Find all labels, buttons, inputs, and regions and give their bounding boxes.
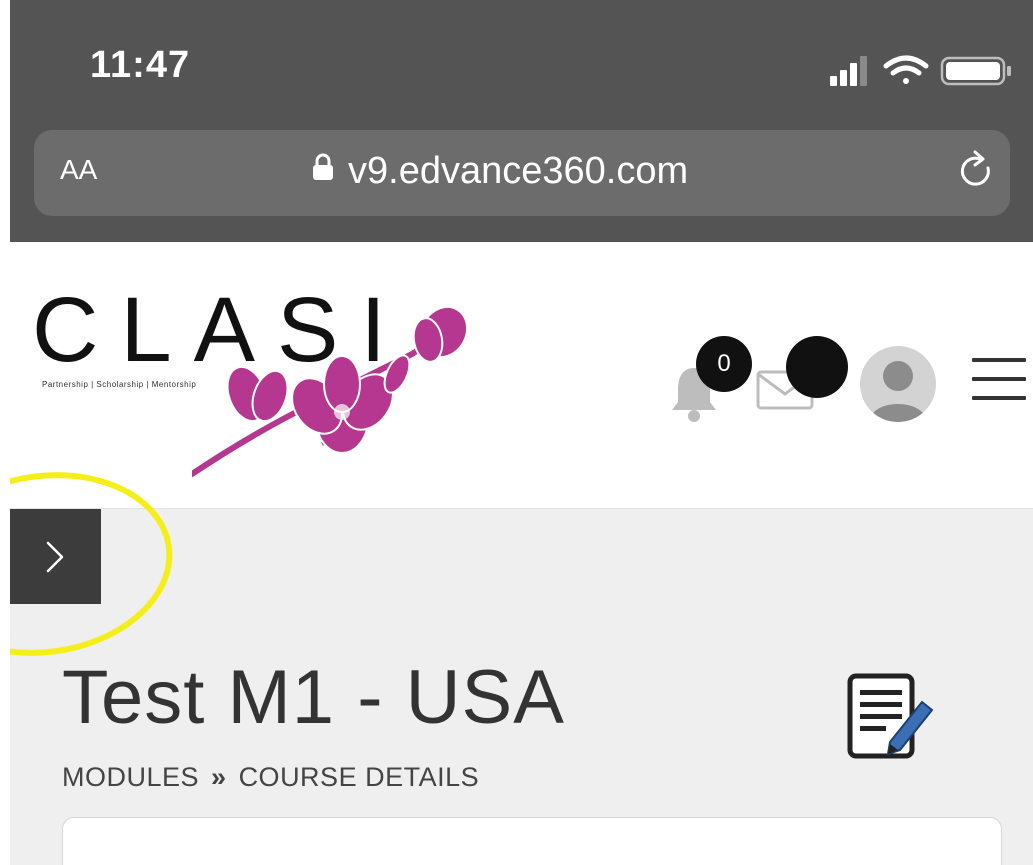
page-title: Test M1 - USA [62,655,565,740]
menu-line [972,358,1026,362]
status-bar: 11:47 AA v9.edvance360.com [10,0,1033,242]
breadcrumb: MODULES » COURSE DETAILS [62,762,479,793]
wifi-icon [883,55,929,84]
message-count-badge[interactable] [786,336,848,398]
url-text[interactable]: v9.edvance360.com [348,150,688,193]
content-card [62,817,1002,865]
reload-icon[interactable] [956,150,998,194]
hamburger-menu-icon[interactable] [972,358,1026,404]
battery-icon [940,56,1011,86]
avatar[interactable] [860,346,936,422]
system-status-icons [830,55,1011,86]
breadcrumb-separator-icon: » [211,762,227,792]
lock-icon [313,153,333,180]
url-bar[interactable]: AA v9.edvance360.com [34,130,1010,216]
site-header: CLASI Partnership | Scholarship | Mentor… [10,242,1033,509]
logo-tagline: Partnership | Scholarship | Mentorship [42,380,197,389]
text-size-label: AA [60,154,98,185]
notification-count-badge[interactable]: 0 [696,336,752,392]
signal-icon [830,56,867,86]
breadcrumb-modules-link[interactable]: MODULES [62,762,199,792]
status-time: 11:47 [90,44,191,86]
magnolia-flower-icon [192,305,469,477]
menu-line [972,396,1026,400]
breadcrumb-course-details: COURSE DETAILS [238,762,480,792]
avatar-icon [870,361,926,422]
edit-notes-icon[interactable] [846,672,934,762]
phone-screen: 11:47 AA v9.edvance360.com CLASI Partner… [10,0,1033,865]
menu-line [972,377,1026,381]
text-size-button[interactable]: AA [60,154,97,186]
clasi-logo[interactable]: CLASI Partnership | Scholarship | Mentor… [32,284,469,484]
